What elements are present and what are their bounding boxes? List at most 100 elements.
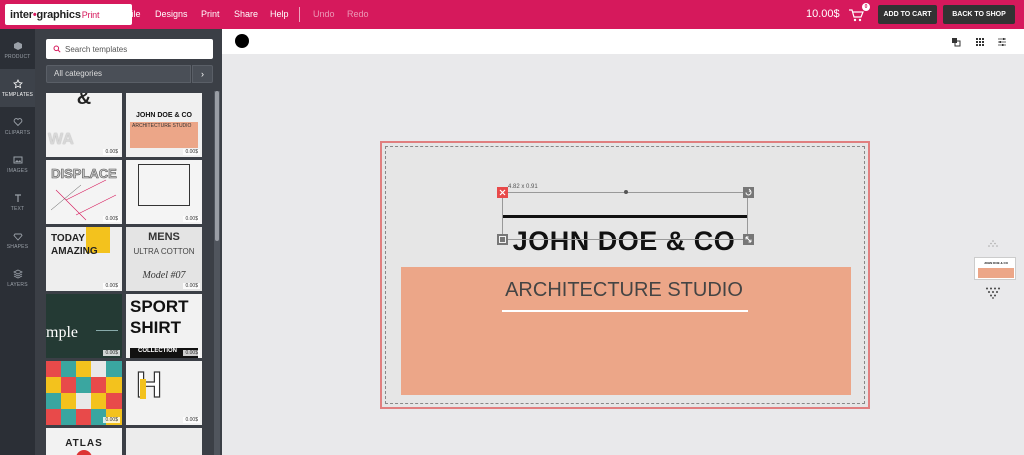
tile-text: JOHN DOE & CO [135,112,192,119]
rail-label: CLIPARTS [4,129,31,136]
tile-price: 0.00$ [103,350,120,356]
copy-icon [499,236,506,243]
heart-icon [13,117,22,126]
canvas-toolbar [222,29,1024,54]
logo[interactable]: inter • graphics Print [5,4,132,25]
resize-handle[interactable] [743,234,754,245]
rail-label: LAYERS [7,281,28,288]
page-thumb-text: JOHN DOE & CO [983,261,1008,265]
tile-text: & [76,93,92,109]
rotate-anchor[interactable] [624,190,628,194]
top-bar: inter • graphics Print File Designs Print S… [0,0,1024,29]
template-tile[interactable]: ATLAS [46,428,122,455]
template-tile[interactable]: MENS ULTRA COTTON Model #07 0.00$ [126,227,202,291]
tile-text: MENS [148,231,180,243]
rail-images[interactable]: IMAGES [0,145,35,183]
tile-text: mple [46,324,78,341]
cube-icon [13,41,22,50]
tile-price: 0.00$ [183,149,200,155]
selection-box[interactable] [502,192,748,240]
rail-label: TEXT [10,205,25,212]
rail-text[interactable]: TEXT [0,183,35,221]
fill-color-swatch[interactable] [235,34,249,48]
menu-help[interactable]: Help [270,0,289,29]
tile-price: 0.00$ [183,350,200,356]
category-select[interactable]: All categories [46,65,191,83]
template-tile[interactable]: DISPLACE 0.00$ [46,160,122,224]
studio-text[interactable]: ARCHITECTURE STUDIO [486,279,762,302]
add-to-cart-button[interactable]: ADD TO CART [878,5,937,24]
divider [114,7,115,22]
rotate-icon [745,188,752,196]
logo-brand: graphics [36,8,81,21]
image-icon [13,156,22,163]
scrollbar-thumb[interactable] [215,91,219,241]
rail-label: PRODUCT [4,53,31,60]
cart-count-badge: 0 [862,3,870,11]
arrange-icon[interactable] [951,37,961,47]
template-tile[interactable]: 0.00$ [46,361,122,425]
settings-sliders-icon[interactable] [997,37,1007,47]
star-icon [12,78,23,88]
tile-sub2: Model #07 [142,270,186,281]
pages-down-icon[interactable] [985,287,1001,299]
undo-button[interactable]: Undo [313,0,335,29]
tile-sub: ARCHITECTURE STUDIO [132,123,192,129]
redo-button[interactable]: Redo [347,0,369,29]
template-tile[interactable]: JOHN DOE & CO ARCHITECTURE STUDIO 0.00$ [126,93,202,157]
template-tile[interactable]: TODAY AMAZING 0.00$ [46,227,122,291]
page-thumbnail[interactable]: JOHN DOE & CO [974,257,1016,280]
resize-icon [745,236,752,243]
tile-sub: ULTRA COTTON [133,247,195,256]
category-next-button[interactable]: › [192,65,213,83]
template-tile[interactable]: mple 0.00$ [46,294,122,358]
logo-main: inter [10,8,33,21]
template-tile[interactable]: & WA 0.00$ [46,93,122,157]
template-tile[interactable]: 0.00$ [126,160,202,224]
tile-sub: SHIRT [130,318,181,337]
rail-shapes[interactable]: SHAPES [0,221,35,259]
tile-price: 0.00$ [183,216,200,222]
menu-file[interactable]: File [126,0,141,29]
tile-price: 0.00$ [183,417,200,423]
logo-print: Print [81,9,100,20]
layer-handle[interactable] [497,234,508,245]
grid-icon[interactable] [975,37,985,47]
search-placeholder: Search templates [65,44,128,54]
rail-cliparts[interactable]: CLIPARTS [0,107,35,145]
rail-label: IMAGES [7,167,28,174]
rail-product[interactable]: PRODUCT [0,31,35,69]
tile-text: ATLAS [65,438,103,449]
template-tile[interactable]: SPORT SHIRT COLLECTION 0.00$ [126,294,202,358]
layers-icon [12,269,23,278]
rail-label: TEMPLATES [1,91,34,98]
rotate-handle[interactable] [743,187,754,198]
search-input[interactable]: Search templates [46,39,213,59]
studio-underline[interactable] [502,310,748,312]
rail-templates[interactable]: TEMPLATES [0,69,35,107]
delete-handle[interactable] [497,187,508,198]
menu-print[interactable]: Print [201,0,220,29]
template-tile[interactable] [126,428,202,455]
cart-icon[interactable] [848,8,864,22]
text-icon [14,193,21,202]
divider [299,7,300,22]
tile-price: 0.00$ [103,417,120,423]
pages-up-icon[interactable] [985,240,1001,248]
tile-text: SPORT [130,297,189,316]
search-icon [53,45,61,53]
template-tile[interactable]: H 0.00$ [126,361,202,425]
price: 10.00$ [806,8,840,20]
selection-size: 4.82 x 0.91 [508,184,538,190]
diamond-icon [12,233,23,241]
close-icon [499,189,506,196]
tile-sub: AMAZING [51,246,98,257]
rail-label: SHAPES [6,243,29,250]
tile-price: 0.00$ [103,216,120,222]
tile-text: TODAY [51,233,85,244]
menu-designs[interactable]: Designs [155,0,188,29]
rail-layers[interactable]: LAYERS [0,259,35,297]
tile-price: 0.00$ [103,149,120,155]
menu-share[interactable]: Share [234,0,258,29]
back-to-shop-button[interactable]: BACK TO SHOP [943,5,1015,24]
